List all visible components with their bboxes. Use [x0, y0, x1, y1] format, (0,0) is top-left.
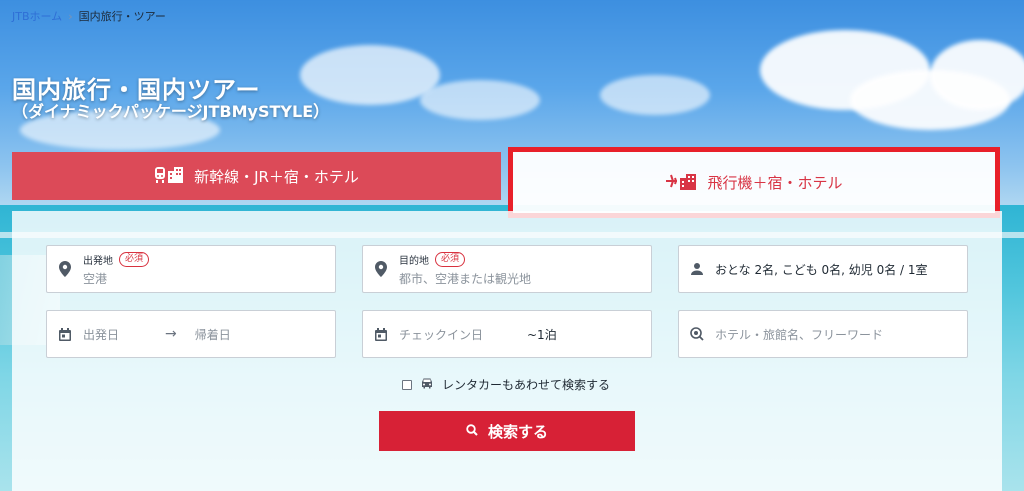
date-range-field[interactable]: 出発日 → 帰着日	[46, 310, 336, 358]
car-icon	[420, 377, 434, 392]
nights-value: ~1泊	[527, 327, 557, 342]
breadcrumb-current: 国内旅行・ツアー	[78, 10, 166, 23]
search-icon	[689, 326, 705, 342]
search-icon	[466, 422, 478, 440]
breadcrumb: JTBホーム › 国内旅行・ツアー	[12, 8, 166, 24]
search-button-label: 検索する	[487, 422, 548, 441]
page-subtitle: （ダイナミックパッケージJTBMySTYLE）	[12, 102, 330, 121]
tab-shinkansen-label: 新幹線・JR＋宿・ホテル	[194, 167, 359, 186]
depart-date-placeholder: 出発日	[83, 327, 120, 342]
location-pin-icon	[373, 261, 389, 277]
guests-field[interactable]: おとな 2名, こども 0名, 幼児 0名 / 1室	[678, 245, 968, 293]
plane-hotel-icon	[665, 172, 697, 194]
keyword-field[interactable]: ホテル・旅館名、フリーワード	[678, 310, 968, 358]
checkin-placeholder: チェックイン日	[399, 327, 484, 342]
chevron-right-icon: ›	[68, 9, 73, 23]
required-badge: 必須	[435, 251, 466, 267]
guests-value: おとな 2名, こども 0名, 幼児 0名 / 1室	[715, 262, 928, 277]
cloud	[930, 40, 1024, 110]
keyword-placeholder: ホテル・旅館名、フリーワード	[715, 327, 884, 342]
train-hotel-icon	[154, 165, 184, 187]
calendar-icon	[57, 326, 73, 342]
person-icon	[689, 261, 705, 277]
destination-field[interactable]: 目的地 必須 都市、空港または観光地	[362, 245, 652, 293]
return-date-placeholder: 帰着日	[194, 327, 231, 342]
departure-label: 出発地	[83, 255, 113, 267]
location-pin-icon	[57, 261, 73, 277]
departure-field[interactable]: 出発地 必須 空港	[46, 245, 336, 293]
cloud	[420, 80, 540, 120]
rental-car-label: レンタカーもあわせて検索する	[442, 378, 611, 392]
rental-car-option[interactable]: レンタカーもあわせて検索する	[402, 376, 610, 393]
rental-car-checkbox[interactable]	[402, 379, 412, 390]
required-badge: 必須	[119, 251, 150, 267]
destination-placeholder: 都市、空港または観光地	[399, 271, 532, 286]
breadcrumb-home-link[interactable]: JTBホーム	[12, 8, 62, 24]
tab-flight-label: 飛行機＋宿・ホテル	[707, 174, 843, 192]
destination-label: 目的地	[399, 255, 429, 267]
arrow-right-icon: →	[165, 326, 177, 342]
cloud	[600, 75, 710, 115]
tab-flight-hotel[interactable]: 飛行機＋宿・ホテル	[508, 147, 1000, 218]
tab-shinkansen-hotel[interactable]: 新幹線・JR＋宿・ホテル	[12, 152, 501, 200]
search-panel: 新幹線・JR＋宿・ホテル 飛行機＋宿・ホテル 出発地 必須 空港 目的地 必須 …	[12, 147, 1002, 491]
checkin-field[interactable]: チェックイン日 ~1泊	[362, 310, 652, 358]
departure-placeholder: 空港	[83, 271, 108, 286]
calendar-icon	[373, 326, 389, 342]
search-button[interactable]: 検索する	[379, 411, 635, 451]
cloud	[300, 45, 440, 105]
